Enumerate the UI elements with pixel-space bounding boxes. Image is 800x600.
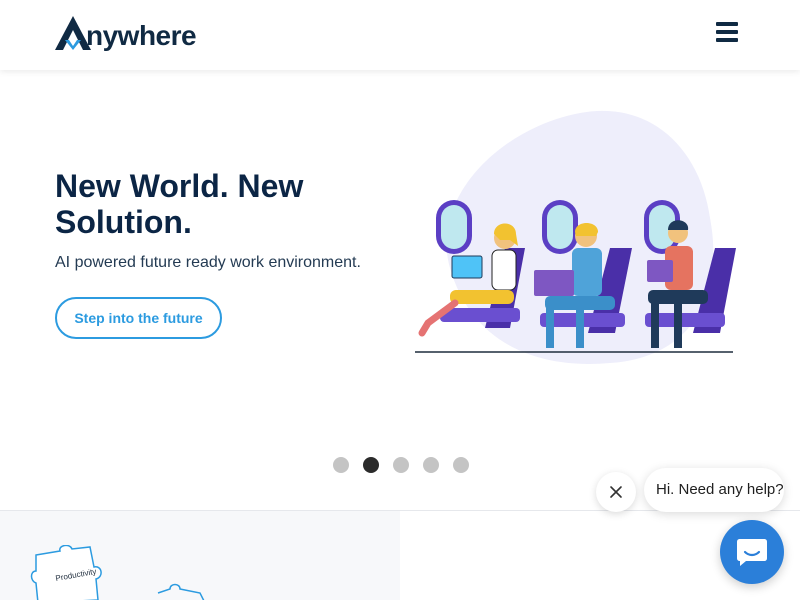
carousel-dot-5[interactable] [453, 457, 469, 473]
hero-title: New World. New Solution. [55, 168, 304, 240]
chat-greeting-bubble[interactable]: Hi. Need any help? [644, 468, 784, 512]
close-icon [610, 486, 622, 498]
logo-wordmark: nywhere [86, 20, 197, 51]
carousel-dot-2[interactable] [363, 457, 379, 473]
carousel-dot-4[interactable] [423, 457, 439, 473]
hero-subtitle: AI powered future ready work environment… [55, 254, 361, 271]
site-header: nywhere [0, 0, 800, 70]
productivity-puzzle-icon: Productivity [30, 545, 205, 600]
chat-close-button[interactable] [596, 472, 636, 512]
hamburger-menu-icon[interactable] [716, 22, 740, 44]
anywhere-logo[interactable]: nywhere [55, 14, 215, 54]
chat-icon [737, 539, 767, 566]
step-into-future-button[interactable]: Step into the future [55, 297, 222, 339]
carousel-dot-3[interactable] [393, 457, 409, 473]
carousel-dot-1[interactable] [333, 457, 349, 473]
airplane-workers-illustration [415, 110, 736, 364]
chat-launcher-button[interactable] [720, 520, 784, 584]
